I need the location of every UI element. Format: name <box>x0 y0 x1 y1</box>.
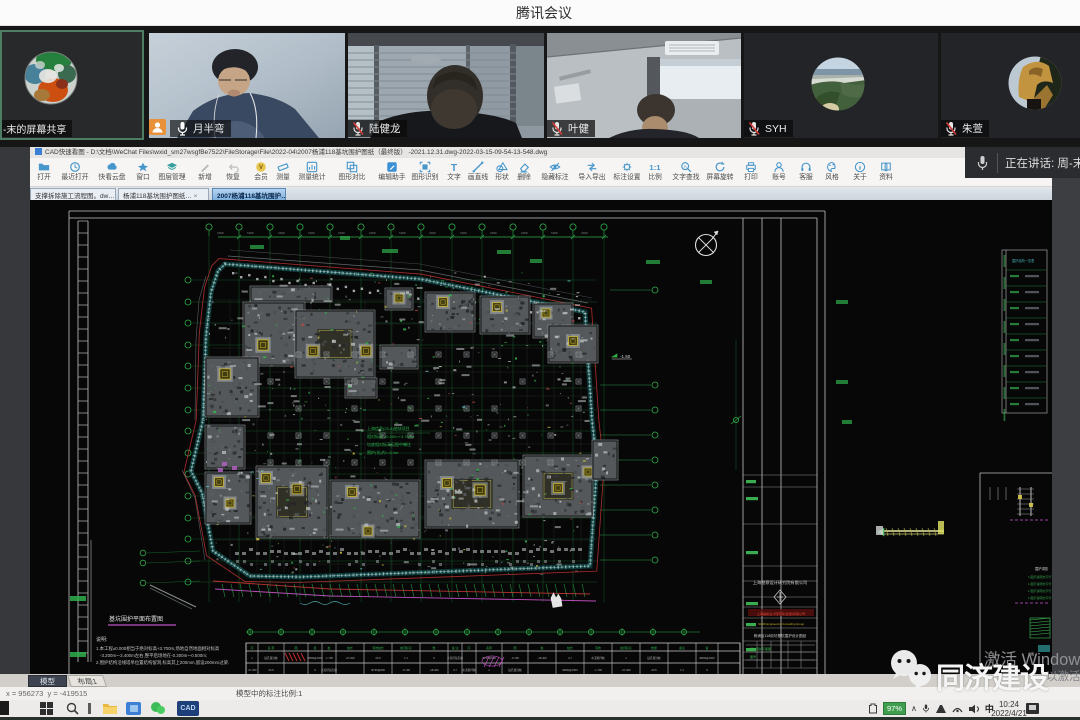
svg-text:23.5: 23.5 <box>268 668 274 672</box>
svg-text:31500: 31500 <box>217 232 224 235</box>
svg-text:有效桩长: 有效桩长 <box>372 645 384 650</box>
svg-text:基坑围护平面图: 基坑围护平面图 <box>750 646 771 651</box>
svg-text:名称: 名称 <box>486 645 492 650</box>
svg-text:31500: 31500 <box>581 232 588 235</box>
svg-text:钻孔灌注桩: 钻孔灌注桩 <box>264 656 278 660</box>
svg-text:1.图示说明文字行: 1.图示说明文字行 <box>1028 588 1052 593</box>
svg-text:9: 9 <box>314 668 316 672</box>
svg-text:23.5: 23.5 <box>651 668 657 672</box>
svg-text:桩: 桩 <box>541 645 544 650</box>
svg-text:上海勘察设计研究院有限公司: 上海勘察设计研究院有限公司 <box>753 579 807 586</box>
svg-text:-1.50: -1.50 <box>620 354 631 359</box>
svg-text:名 称: 名 称 <box>268 645 275 650</box>
svg-text:围护(坑)内=-0.4m: 围护(坑)内=-0.4m <box>367 449 399 455</box>
svg-text:1: 1 <box>251 656 253 660</box>
svg-text:备: 备 <box>706 645 709 650</box>
svg-text:径: 径 <box>314 645 317 650</box>
svg-text:1:1: 1:1 <box>680 668 684 672</box>
svg-text:图: 图 <box>295 646 298 650</box>
svg-text:数量: 数量 <box>651 645 657 650</box>
svg-text:桩长: 桩长 <box>347 645 353 650</box>
svg-text:1: 1 <box>488 668 490 672</box>
svg-text:9: 9 <box>706 668 708 672</box>
svg-text:坑底相对标高见图中标注: 坑底相对标高见图中标注 <box>367 441 411 447</box>
svg-text:-27.200: -27.200 <box>345 656 355 660</box>
svg-text:1.本工程±0.000相当于绝对标高+3.700m,场地自然: 1.本工程±0.000相当于绝对标高+3.700m,场地自然地面相对标高 <box>96 645 220 652</box>
svg-text:相对标高 ±0.000=+3.700m: 相对标高 ±0.000=+3.700m <box>367 433 415 439</box>
svg-text:31500: 31500 <box>278 232 285 235</box>
svg-text:31500: 31500 <box>338 232 345 235</box>
svg-text:-1.700: -1.700 <box>594 668 602 672</box>
svg-text:2.围护结构沿线塔吊位置结构留洞,标高其上200mm,留设2: 2.围护结构沿线塔吊位置结构留洞,标高其上200mm,留设200mm过梁. <box>96 659 229 666</box>
svg-text:31500: 31500 <box>460 232 467 235</box>
svg-text:说明:: 说明: <box>96 636 107 643</box>
svg-text:序: 序 <box>251 645 254 650</box>
svg-text:31500: 31500 <box>521 232 528 235</box>
svg-text:-18.400: -18.400 <box>429 668 439 672</box>
svg-text:桩顶标高: 桩顶标高 <box>400 645 412 650</box>
svg-text:9: 9 <box>433 656 435 660</box>
svg-text:水泥搅拌桩: 水泥搅拌桩 <box>591 656 605 660</box>
svg-text:大直径钻孔桩: 大直径钻孔桩 <box>447 656 463 660</box>
svg-text:备注: 备注 <box>679 645 685 650</box>
svg-text:31500: 31500 <box>551 232 558 235</box>
svg-text:钻孔灌注桩: 钻孔灌注桩 <box>647 656 661 660</box>
svg-text:31500: 31500 <box>308 232 315 235</box>
svg-text:-27.200: -27.200 <box>621 668 631 672</box>
svg-text:桩长: 桩长 <box>567 645 573 650</box>
svg-text:-18.400: -18.400 <box>537 656 547 660</box>
svg-text:3.7: 3.7 <box>568 656 572 660</box>
svg-text:1.图示说明文字行: 1.图示说明文字行 <box>1028 595 1052 600</box>
svg-text:-6.700: -6.700 <box>402 668 410 672</box>
svg-text:Φ800@1000: Φ800@1000 <box>562 668 578 672</box>
svg-text:SGIDI Engineering Consulting G: SGIDI Engineering Consulting Group <box>758 622 804 626</box>
svg-text:上海信息(23-9)地块项目: 上海信息(23-9)地块项目 <box>367 425 410 431</box>
svg-text:大直径钻孔桩: 大直径钻孔桩 <box>321 668 337 672</box>
svg-text:-3.200m~-3.400m左右,整平后场地在-0.300: -3.200m~-3.400m左右,整平后场地在-0.300m~-0.500m; <box>100 652 207 659</box>
svg-text:23.5: 23.5 <box>375 656 381 660</box>
svg-text:Φ700@900: Φ700@900 <box>371 668 385 672</box>
svg-text:Φ800@1000: Φ800@1000 <box>699 656 715 660</box>
svg-text:1.图示说明文字行: 1.图示说明文字行 <box>1028 574 1052 579</box>
svg-text:序: 序 <box>468 645 471 650</box>
svg-text:1:1: 1:1 <box>404 656 408 660</box>
svg-text:基坑围护平面布置图: 基坑围护平面布置图 <box>109 615 163 623</box>
svg-text:-1.700: -1.700 <box>325 656 333 660</box>
svg-text:31500: 31500 <box>247 232 254 235</box>
svg-text:31500: 31500 <box>429 232 436 235</box>
svg-text:-27.200: -27.200 <box>247 668 257 672</box>
svg-text:备 注: 备 注 <box>452 645 459 650</box>
svg-text:杨浦区118街坊基坑围护设计图纸: 杨浦区118街坊基坑围护设计图纸 <box>754 633 807 638</box>
svg-text:Φ800@1000: Φ800@1000 <box>307 656 323 660</box>
svg-text:31500: 31500 <box>369 232 376 235</box>
svg-text:31500: 31500 <box>399 232 406 235</box>
svg-text:上海勘察设计研究院(集团)有限公司: 上海勘察设计研究院(集团)有限公司 <box>757 611 805 616</box>
svg-text:钻孔灌注桩: 钻孔灌注桩 <box>508 668 522 672</box>
svg-text:-6.700: -6.700 <box>511 656 519 660</box>
svg-text:31500: 31500 <box>490 232 497 235</box>
svg-text:数: 数 <box>433 645 436 650</box>
svg-text:围护结构一览表: 围护结构一览表 <box>1012 258 1035 263</box>
svg-text:图: 图 <box>514 646 517 650</box>
svg-text:3.7: 3.7 <box>453 668 457 672</box>
svg-text:围护详图: 围护详图 <box>1035 566 1048 571</box>
svg-text:1: 1 <box>625 656 627 660</box>
svg-text:图号: 图号 <box>750 654 756 659</box>
svg-text:桩: 桩 <box>328 645 331 650</box>
svg-text:水泥搅拌桩: 水泥搅拌桩 <box>462 668 476 672</box>
svg-text:1.图示说明文字行: 1.图示说明文字行 <box>1028 581 1052 586</box>
svg-text:有效: 有效 <box>595 645 601 650</box>
svg-text:桩顶标高: 桩顶标高 <box>620 645 632 650</box>
